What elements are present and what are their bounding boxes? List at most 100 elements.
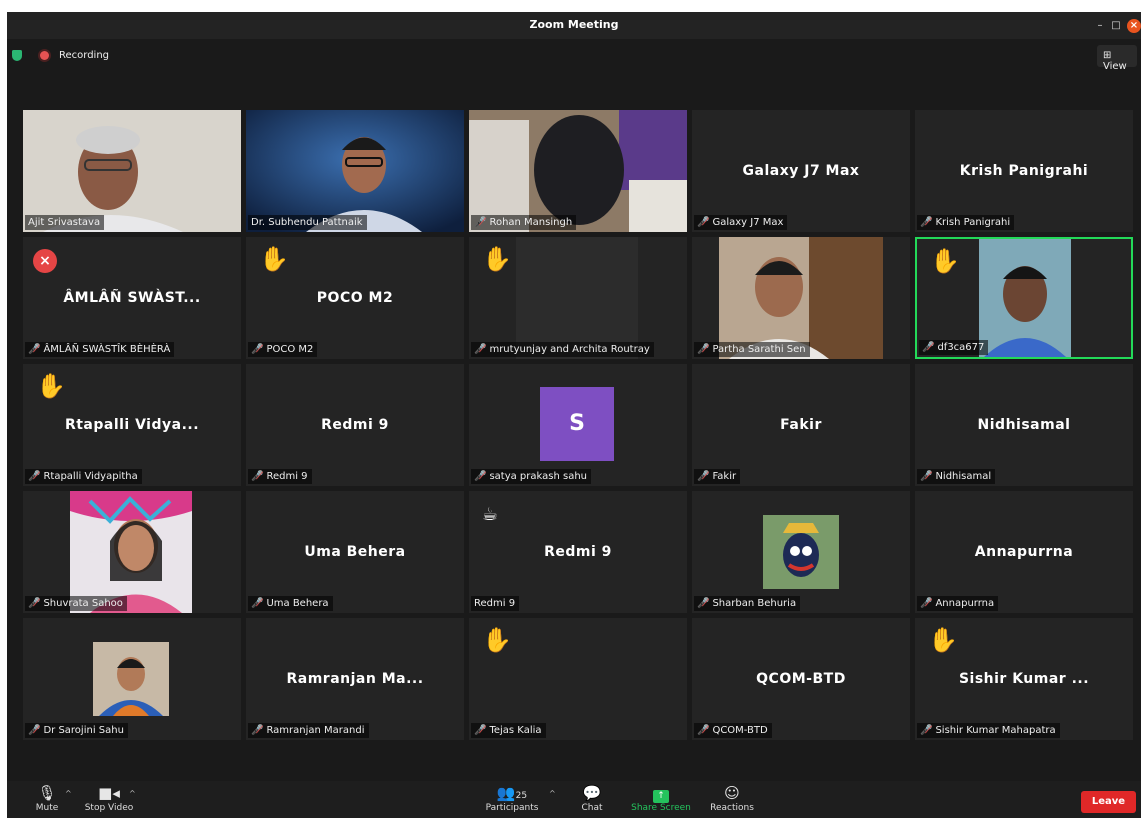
maximize-icon[interactable]: □ [1109, 19, 1123, 33]
participant-name: 🎤̸ df3ca677 [919, 340, 989, 355]
participant-tile[interactable]: ✋ 🎤̸ Tejas Kalia [469, 618, 687, 740]
participant-tile[interactable]: Ajit Srivastava [23, 110, 241, 232]
close-icon[interactable]: × [1127, 19, 1141, 33]
avatar: S [540, 387, 614, 461]
share-screen-label: Share Screen [631, 803, 691, 813]
participant-tile[interactable]: Galaxy J7 Max 🎤̸ Galaxy J7 Max [692, 110, 910, 232]
recording-label[interactable]: Recording [59, 50, 109, 61]
participant-display-name: Nidhisamal [977, 417, 1071, 433]
participants-label: Participants [485, 803, 539, 813]
raised-hand-icon: ✋ [930, 247, 960, 275]
mic-muted-icon: 🎤̸ [251, 471, 264, 482]
participant-tile[interactable]: 🎤̸ Shuvrata Sahoo [23, 491, 241, 613]
mic-muted-icon: 🎤̸ [697, 598, 710, 609]
audio-options-caret-icon[interactable]: ^ [65, 789, 72, 798]
participant-name: 🎤̸ Sharban Behuria [694, 596, 801, 611]
participant-tile[interactable]: ✋ 🎤̸ mrutyunjay and Archita Routray [469, 237, 687, 359]
video-feed [719, 237, 883, 359]
avatar [93, 642, 169, 716]
raised-hand-icon: ✋ [928, 626, 958, 654]
participant-tile[interactable]: Krish Panigrahi 🎤̸ Krish Panigrahi [915, 110, 1133, 232]
reactions-button[interactable]: ☺ Reactions [707, 783, 757, 813]
shield-icon[interactable] [12, 50, 22, 61]
participant-display-name: Rtapalli Vidya... [64, 417, 200, 433]
video-options-caret-icon[interactable]: ^ [129, 789, 136, 798]
participant-tile[interactable]: ✋ POCO M2 🎤̸ POCO M2 [246, 237, 464, 359]
participant-tile[interactable]: Nidhisamal 🎤̸ Nidhisamal [915, 364, 1133, 486]
participant-name: 🎤̸ Shuvrata Sahoo [25, 596, 127, 611]
participant-tile[interactable]: Annapurrna 🎤̸ Annapurrna [915, 491, 1133, 613]
participant-name: 🎤̸ Rohan Mansingh [471, 215, 577, 230]
participants-button[interactable]: 👥25 Participants [481, 783, 543, 813]
participant-name: 🎤̸ Ramranjan Marandi [248, 723, 369, 738]
stop-video-button[interactable]: ■◂ Stop Video [81, 783, 137, 813]
participant-display-name: Krish Panigrahi [959, 163, 1089, 179]
view-button[interactable]: ⊞ View [1097, 45, 1137, 72]
participant-name: 🎤̸ Fakir [694, 469, 741, 484]
participant-tile[interactable]: Dr. Subhendu Pattnaik [246, 110, 464, 232]
participant-name: Ajit Srivastava [25, 215, 105, 230]
participant-tile[interactable]: 🎤̸ Rohan Mansingh [469, 110, 687, 232]
participant-name: 🎤̸ mrutyunjay and Archita Routray [471, 342, 654, 357]
participant-name: 🎤̸ Dr Sarojini Sahu [25, 723, 128, 738]
participant-tile[interactable]: ☕ Redmi 9 Redmi 9 [469, 491, 687, 613]
chat-label: Chat [581, 803, 603, 813]
participant-tile[interactable]: × ÂMLÂÑ SWÀST... 🎤̸ ÂMLÂÑ SWÀSTÎK BÈHÈRÀ [23, 237, 241, 359]
participant-name: 🎤̸ satya prakash sahu [471, 469, 592, 484]
participant-name: 🎤̸ Annapurrna [917, 596, 999, 611]
minimize-icon[interactable]: – [1093, 19, 1107, 33]
participants-count: 25 [515, 791, 528, 801]
participant-tile[interactable]: Ramranjan Ma... 🎤̸ Ramranjan Marandi [246, 618, 464, 740]
participant-tile[interactable]: QCOM-BTD 🎤̸ QCOM-BTD [692, 618, 910, 740]
participant-name: 🎤̸ Tejas Kalia [471, 723, 546, 738]
recording-icon [40, 51, 49, 60]
participant-display-name: Redmi 9 [544, 544, 612, 560]
participant-tile[interactable]: 🎤̸ Partha Sarathi Sen [692, 237, 910, 359]
mic-muted-icon: 🎤̸ [251, 725, 264, 736]
chat-button[interactable]: 💬 Chat [577, 783, 607, 813]
video-feed [70, 491, 192, 613]
participant-display-name: Fakir [780, 417, 822, 433]
participants-options-caret-icon[interactable]: ^ [549, 789, 556, 798]
participant-name: 🎤̸ Nidhisamal [917, 469, 996, 484]
participant-name: Dr. Subhendu Pattnaik [248, 215, 367, 230]
mute-button[interactable]: 🎙 Mute [31, 783, 63, 813]
participant-name: 🎤̸ ÂMLÂÑ SWÀSTÎK BÈHÈRÀ [25, 342, 175, 357]
participant-display-name: Ramranjan Ma... [286, 671, 424, 687]
participant-tile[interactable]: ✋ Rtapalli Vidya... 🎤̸ Rtapalli Vidyapith… [23, 364, 241, 486]
meeting-topbar: Recording ⊞ View [7, 39, 1141, 73]
participant-tile[interactable]: S 🎤̸ satya prakash sahu [469, 364, 687, 486]
participant-name: 🎤̸ Galaxy J7 Max [694, 215, 788, 230]
leave-button[interactable]: Leave [1081, 791, 1136, 813]
mic-muted-icon: 🎤̸ [474, 725, 487, 736]
participant-tile[interactable]: 🎤̸ Sharban Behuria [692, 491, 910, 613]
mic-muted-icon: 🎤̸ [920, 725, 933, 736]
meeting-area: Recording ⊞ View Ajit Srivastava Dr. Sub… [7, 39, 1141, 818]
participant-tile[interactable]: ✋ Sishir Kumar ... 🎤̸ Sishir Kumar Mahapa… [915, 618, 1133, 740]
reactions-icon: ☺ [724, 784, 740, 802]
mic-muted-icon: 🎤̸ [28, 598, 41, 609]
participant-name: 🎤̸ Uma Behera [248, 596, 333, 611]
mute-label: Mute [35, 803, 59, 813]
mic-muted-icon: 🎤̸ [922, 342, 935, 353]
participant-tile[interactable]: 🎤̸ Dr Sarojini Sahu [23, 618, 241, 740]
participant-tile[interactable]: Redmi 9 🎤̸ Redmi 9 [246, 364, 464, 486]
mic-muted-icon: 🎤̸ [920, 471, 933, 482]
microphone-icon: 🎙 [37, 784, 57, 802]
mic-muted-icon: 🎤̸ [251, 344, 264, 355]
share-screen-button[interactable]: ↑ Share Screen [629, 783, 693, 813]
participant-name: 🎤̸ Sishir Kumar Mahapatra [917, 723, 1060, 738]
participant-display-name: Galaxy J7 Max [742, 163, 860, 179]
video-feed [469, 110, 687, 232]
participant-tile[interactable]: Uma Behera 🎤̸ Uma Behera [246, 491, 464, 613]
raised-hand-icon: ✋ [482, 626, 512, 654]
video-feed [516, 237, 638, 359]
video-feed [23, 110, 241, 232]
participant-name: 🎤̸ Partha Sarathi Sen [694, 342, 810, 357]
participant-tile-active-speaker[interactable]: ✋ 🎤̸ df3ca677 [915, 237, 1133, 359]
mic-muted-icon: 🎤̸ [28, 471, 41, 482]
participant-name: 🎤̸ Rtapalli Vidyapitha [25, 469, 142, 484]
participant-display-name: POCO M2 [316, 290, 394, 306]
participant-tile[interactable]: Fakir 🎤̸ Fakir [692, 364, 910, 486]
meeting-toolbar: 🎙 Mute ^ ■◂ Stop Video ^ 👥25 Participant… [7, 781, 1141, 818]
